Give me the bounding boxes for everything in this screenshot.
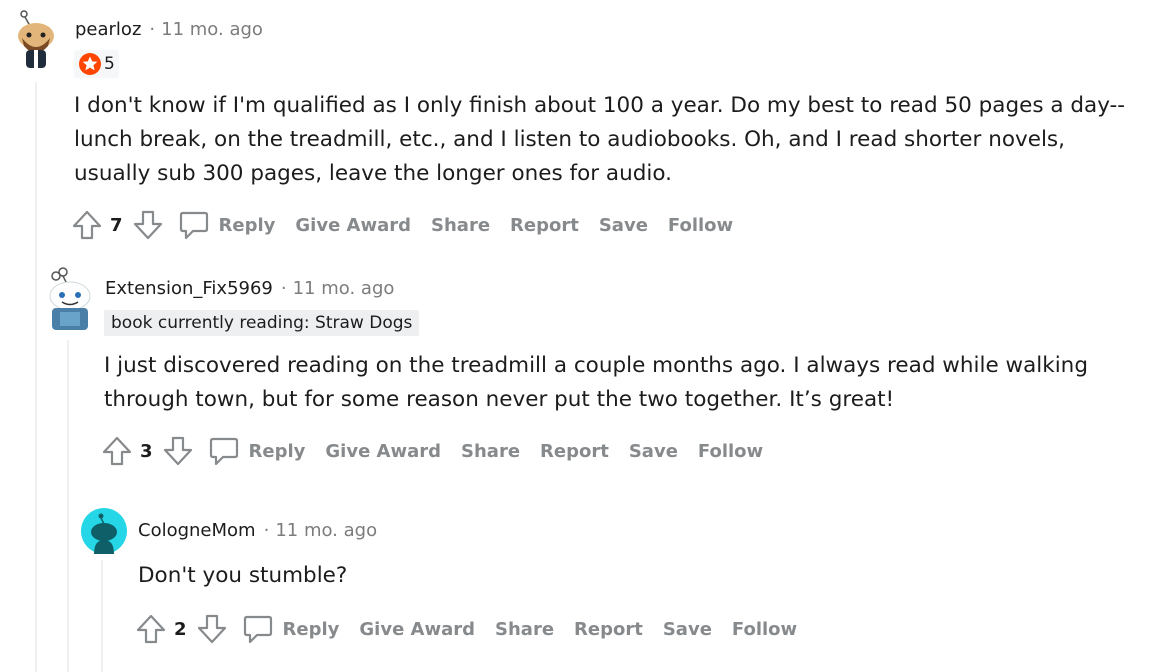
reply-button[interactable]: Reply [249,441,306,462]
comment-bubble-icon [179,211,208,240]
comment-body-line: usually sub 300 pages, leave the longer … [74,161,672,186]
give-award-button[interactable]: Give Award [325,441,441,462]
comment-body-line: I don't know if I'm qualified as I only … [74,93,1126,118]
report-button[interactable]: Report [574,619,643,640]
downvote-icon[interactable] [161,434,195,468]
vote-score: 2 [174,618,187,640]
save-button[interactable]: Save [599,215,648,236]
reply-button[interactable] [241,612,275,646]
meta-separator: · [263,520,270,541]
follow-button[interactable]: Follow [698,441,763,462]
follow-button[interactable]: Follow [668,215,733,236]
save-button[interactable]: Save [629,441,678,462]
comment-bubble-icon [243,615,272,644]
report-button[interactable]: Report [510,215,579,236]
upvote-icon[interactable] [134,612,168,646]
comment-header: CologneMom · 11 mo. ago [138,520,377,541]
username[interactable]: Extension_Fix5969 [105,278,273,299]
comment-body-line: lunch break, on the treadmill, etc., and… [74,127,1065,152]
reply-button[interactable]: Reply [283,619,340,640]
timestamp[interactable]: 11 mo. ago [275,520,377,541]
share-button[interactable]: Share [495,619,554,640]
give-award-button[interactable]: Give Award [295,215,411,236]
comment: pearloz · 11 mo. ago 5 I don't know if I… [0,0,1172,250]
comment-bubble-icon [209,437,238,466]
award-count: 5 [104,54,115,74]
star-award-icon [79,53,101,75]
user-flair: book currently reading: Straw Dogs [104,310,420,336]
timestamp[interactable]: 11 mo. ago [161,19,263,40]
reply-button[interactable]: Reply [219,215,276,236]
vote-score: 7 [110,214,123,236]
avatar[interactable] [12,10,62,74]
award-badge[interactable]: 5 [74,50,119,78]
report-button[interactable]: Report [540,441,609,462]
follow-button[interactable]: Follow [732,619,797,640]
username[interactable]: CologneMom [138,520,256,541]
snoo-avatar-icon [18,10,54,68]
vote-score: 3 [140,440,153,462]
reply-button[interactable] [177,208,211,242]
comment-header: Extension_Fix5969 · 11 mo. ago [105,278,394,299]
share-button[interactable]: Share [461,441,520,462]
comment: CologneMom · 11 mo. ago Don't you stumbl… [0,500,1172,672]
save-button[interactable]: Save [663,619,712,640]
upvote-icon[interactable] [70,208,104,242]
meta-separator: · [280,278,287,299]
comment-header: pearloz · 11 mo. ago [75,19,263,40]
comment-body-line: Don't you stumble? [138,563,348,588]
comment: Extension_Fix5969 · 11 mo. ago book curr… [0,262,1172,482]
downvote-icon[interactable] [195,612,229,646]
username[interactable]: pearloz [75,19,141,40]
avatar[interactable] [81,508,127,558]
comment-actions: 7 Reply Give Award Share Report Save Fol… [70,208,753,242]
comment-actions: 3 Reply Give Award Share Report Save Fol… [100,434,783,468]
give-award-button[interactable]: Give Award [359,619,475,640]
downvote-icon[interactable] [131,208,165,242]
upvote-icon[interactable] [100,434,134,468]
snoo-avatar-icon [81,508,127,554]
comment-body-line: I just discovered reading on the treadmi… [104,353,1088,378]
meta-separator: · [149,19,156,40]
snoo-avatar-icon [49,267,91,330]
reply-button[interactable] [207,434,241,468]
comment-body-line: through town, but for some reason never … [104,387,895,412]
avatar[interactable] [46,266,94,334]
share-button[interactable]: Share [431,215,490,236]
comment-actions: 2 Reply Give Award Share Report Save Fol… [134,612,817,646]
timestamp[interactable]: 11 mo. ago [293,278,395,299]
